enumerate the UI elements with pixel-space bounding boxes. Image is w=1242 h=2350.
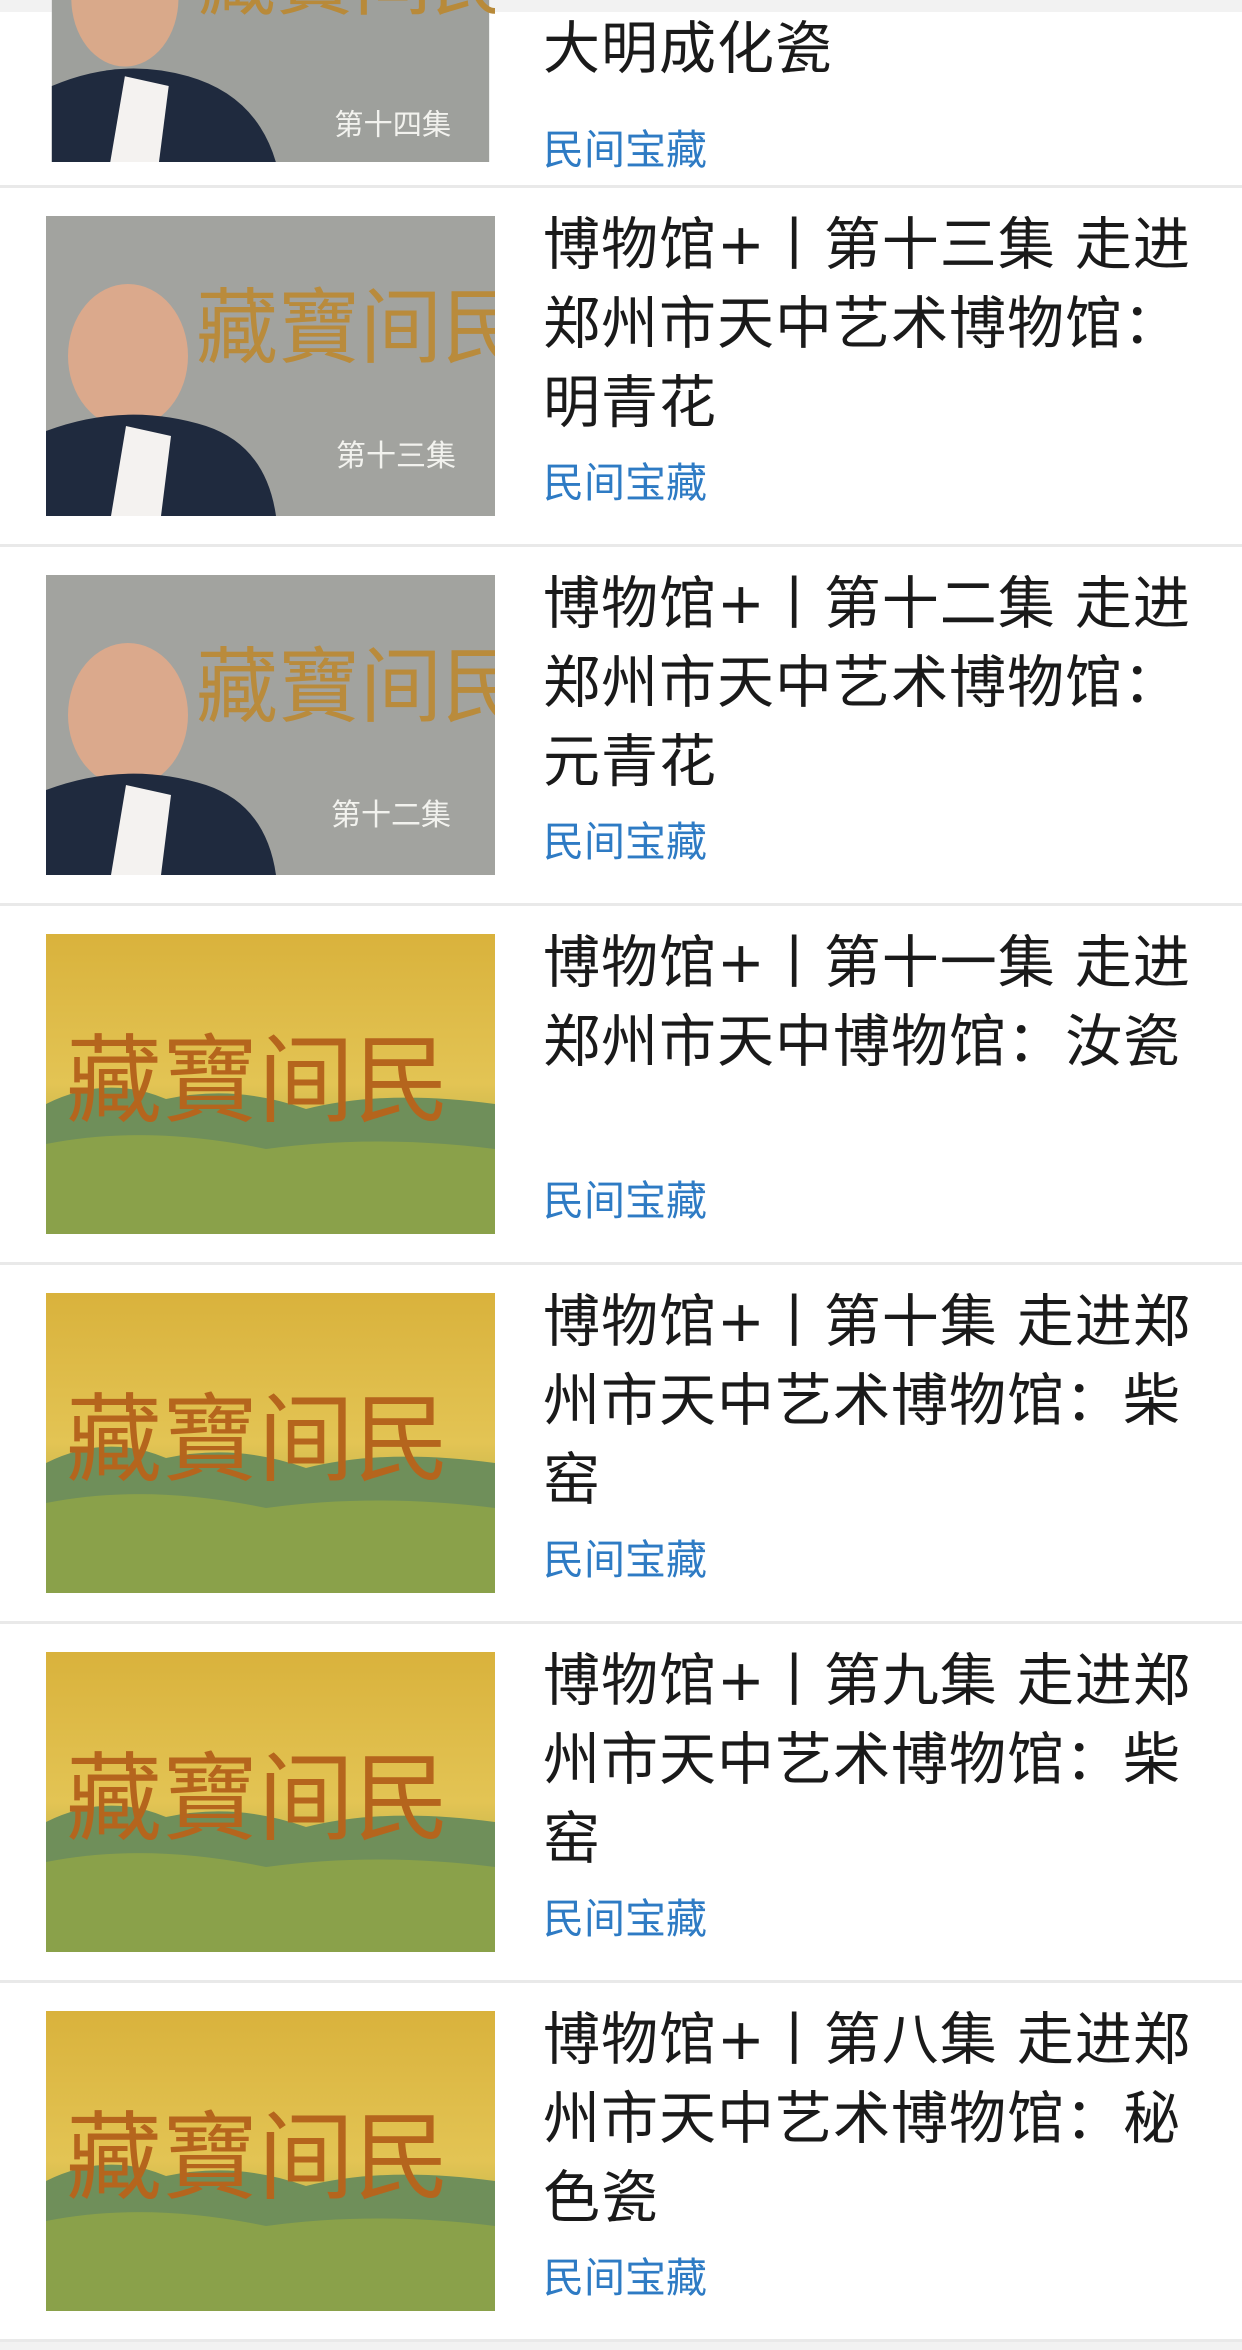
video-thumbnail[interactable]: 藏寶间民 第十四集 (46, 0, 495, 170)
video-title[interactable]: 博物馆+丨第八集 走进郑州市天中艺术博物馆：秘色瓷 (543, 2001, 1211, 2238)
thumb-logo-text: 藏寶间民 (66, 1384, 450, 1496)
video-title[interactable]: 博物馆+丨第九集 走进郑州市天中艺术博物馆：柴窑 (543, 1642, 1211, 1879)
list-item[interactable]: 藏寶间民 博物馆+丨第十集 走进郑州市天中艺术博物馆：柴窑 民间宝藏 (0, 1265, 1242, 1624)
source-link[interactable]: 民间宝藏 (543, 2253, 707, 2303)
video-thumbnail[interactable]: 藏寶间民 第十三集 (46, 216, 495, 516)
video-thumbnail[interactable]: 藏寶间民 (46, 2011, 495, 2311)
video-title[interactable]: 博物馆+丨第十一集 走进郑州市天中博物馆：汝瓷 (543, 924, 1211, 1082)
host-thumbnail-image: 藏寶间民 第十二集 (46, 575, 495, 875)
list-item[interactable]: 藏寶间民 第十三集 博物馆+丨第十三集 走进郑州市天中艺术博物馆：明青花 民间宝… (0, 188, 1242, 547)
video-title[interactable]: 博物馆+丨第十三集 走进郑州市天中艺术博物馆：明青花 (543, 206, 1211, 443)
video-list: 藏寶间民 第十四集 大明成化瓷 民间宝藏 藏寶间民 第十三集 博物馆+丨第十三集… (0, 0, 1242, 2342)
thumb-logo-text: 藏寶间民 (196, 281, 495, 376)
landscape-thumbnail-image: 藏寶间民 (46, 934, 495, 1234)
episode-caption: 第十三集 (336, 439, 456, 474)
landscape-thumbnail-image: 藏寶间民 (46, 1293, 495, 1593)
thumb-logo-text: 藏寶间民 (196, 640, 495, 735)
thumb-logo-text: 藏寶间民 (66, 1743, 450, 1855)
landscape-thumbnail-image: 藏寶间民 (46, 2011, 495, 2311)
thumb-logo-text: 藏寶间民 (66, 2102, 450, 2214)
video-thumbnail[interactable]: 藏寶间民 (46, 1652, 495, 1952)
list-item[interactable]: 藏寶间民 博物馆+丨第十一集 走进郑州市天中博物馆：汝瓷 民间宝藏 (0, 906, 1242, 1265)
thumb-logo-text: 藏寶间民 (66, 1025, 450, 1137)
list-item[interactable]: 藏寶间民 博物馆+丨第九集 走进郑州市天中艺术博物馆：柴窑 民间宝藏 (0, 1624, 1242, 1983)
video-title[interactable]: 大明成化瓷 (543, 10, 1211, 89)
host-thumbnail-image: 藏寶间民 第十三集 (46, 216, 495, 516)
video-thumbnail[interactable]: 藏寶间民 第十二集 (46, 575, 495, 875)
list-item[interactable]: 藏寶间民 第十二集 博物馆+丨第十二集 走进郑州市天中艺术博物馆：元青花 民间宝… (0, 547, 1242, 906)
video-thumbnail[interactable]: 藏寶间民 (46, 1293, 495, 1593)
landscape-thumbnail-image: 藏寶间民 (46, 1652, 495, 1952)
episode-caption: 第十二集 (331, 798, 451, 833)
source-link[interactable]: 民间宝藏 (543, 1894, 707, 1944)
source-link[interactable]: 民间宝藏 (543, 458, 707, 508)
episode-caption: 第十四集 (334, 108, 451, 142)
source-link[interactable]: 民间宝藏 (543, 125, 707, 175)
thumb-logo-text: 藏寶间民 (198, 0, 495, 27)
list-item[interactable]: 藏寶间民 博物馆+丨第八集 走进郑州市天中艺术博物馆：秘色瓷 民间宝藏 (0, 1983, 1242, 2342)
host-thumbnail-image: 藏寶间民 第十四集 (51, 0, 495, 162)
video-thumbnail[interactable]: 藏寶间民 (46, 934, 495, 1234)
video-title[interactable]: 博物馆+丨第十二集 走进郑州市天中艺术博物馆：元青花 (543, 565, 1211, 802)
video-title[interactable]: 博物馆+丨第十集 走进郑州市天中艺术博物馆：柴窑 (543, 1283, 1211, 1520)
list-item[interactable]: 藏寶间民 第十四集 大明成化瓷 民间宝藏 (0, 0, 1242, 188)
source-link[interactable]: 民间宝藏 (543, 1176, 707, 1226)
source-link[interactable]: 民间宝藏 (543, 1535, 707, 1585)
source-link[interactable]: 民间宝藏 (543, 817, 707, 867)
